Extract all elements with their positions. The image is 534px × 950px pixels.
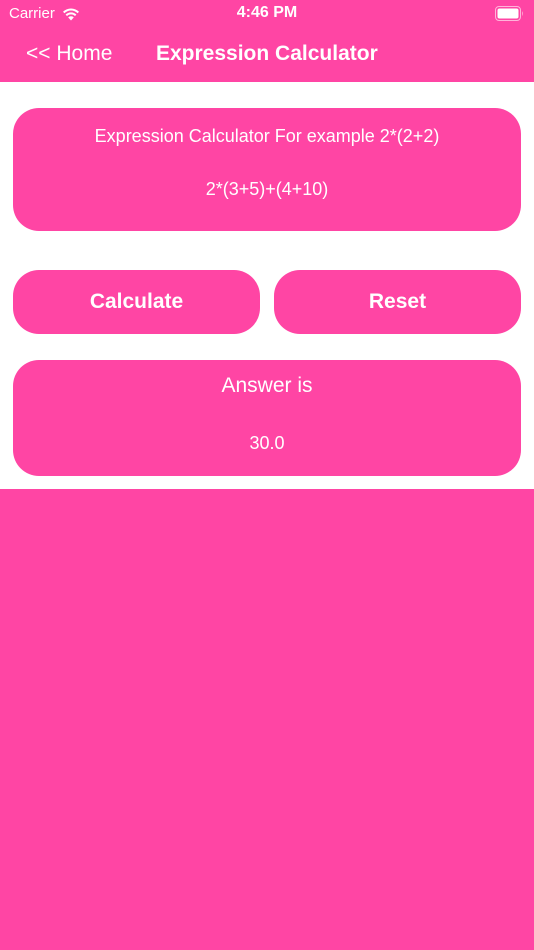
reset-button[interactable]: Reset (274, 270, 521, 334)
back-home-button[interactable]: << Home (26, 42, 112, 66)
calculate-button[interactable]: Calculate (13, 270, 260, 334)
status-bar: Carrier 4:46 PM (0, 0, 534, 28)
page-title: Expression Calculator (156, 42, 378, 65)
answer-value: 30.0 (249, 433, 285, 453)
expression-input[interactable] (73, 174, 461, 204)
status-time: 4:46 PM (236, 4, 298, 21)
navigation-bar: << Home Expression Calculator (0, 28, 534, 82)
expression-hint: Expression Calculator For example 2*(2+2… (94, 126, 440, 146)
answer-card: Answer is 30.0 (13, 360, 521, 476)
content-area: Expression Calculator For example 2*(2+2… (0, 82, 534, 489)
battery-icon (495, 6, 523, 21)
expression-card: Expression Calculator For example 2*(2+2… (13, 108, 521, 231)
answer-label: Answer is (221, 374, 313, 397)
